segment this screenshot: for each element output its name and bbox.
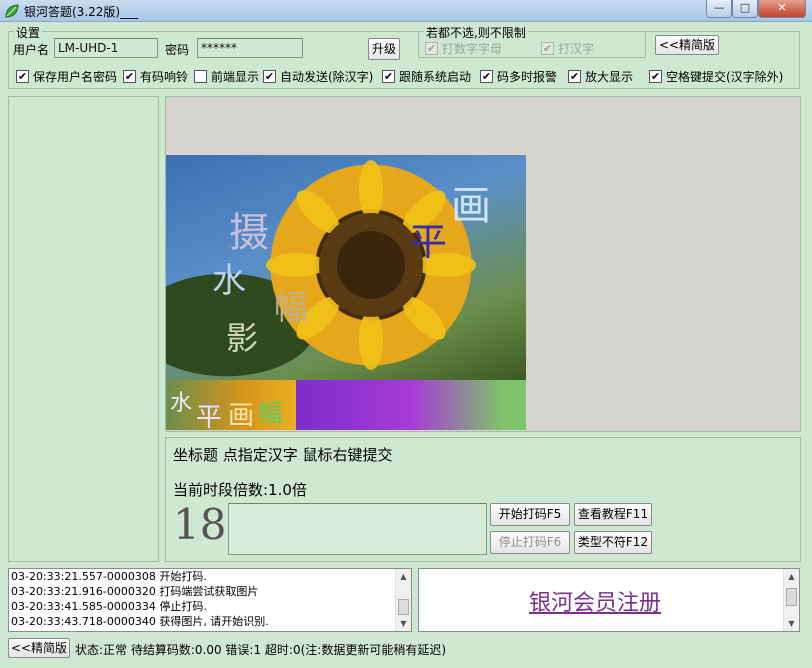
answer-input[interactable] <box>228 503 487 555</box>
option-label: 前端显示 <box>211 70 260 84</box>
scroll-down-icon[interactable]: ▼ <box>784 616 799 631</box>
option-label: 空格键提交(汉字除外) <box>666 70 784 84</box>
check-icon: ✔ <box>568 70 581 83</box>
captcha-glyph: 摄 <box>229 210 269 256</box>
start-button[interactable]: 开始打码F5 <box>490 503 570 526</box>
type-mismatch-button[interactable]: 类型不符F12 <box>574 531 652 554</box>
option-alarm-many-codes[interactable]: ✔ 码多时报警 <box>480 68 557 85</box>
member-register-link[interactable]: 银河会员注册 <box>529 585 661 617</box>
check-icon: ✔ <box>263 70 276 83</box>
check-icon: ✔ <box>16 70 29 83</box>
username-input[interactable]: LM-UHD-1 <box>54 38 158 58</box>
time-multiplier: 当前时段倍数:1.0倍 <box>173 481 307 499</box>
scroll-up-icon[interactable]: ▲ <box>784 569 799 584</box>
option-autostart[interactable]: ✔ 跟随系统启动 <box>382 68 471 85</box>
status-text: 状态:正常 待结算码数:0.00 错误:1 超时:0(注:数据更新可能稍有延迟) <box>75 643 447 657</box>
option-always-on-top[interactable]: 前端显示 <box>194 68 259 85</box>
password-label: 密码 <box>165 43 190 57</box>
filter-digits-check-icon: ✔ <box>425 42 438 55</box>
filter-digits-label: 打数字字母 <box>442 42 503 56</box>
option-space-submit[interactable]: ✔ 空格键提交(汉字除外) <box>649 68 783 85</box>
captcha-glyph: 平 <box>409 220 448 264</box>
title-bar: 银河答题(3.22版)___ — □ ✕ <box>0 0 812 22</box>
check-icon: ✔ <box>123 70 136 83</box>
leaf-icon <box>5 4 19 18</box>
status-compact-button[interactable]: <<精简版 <box>8 638 70 658</box>
captcha-glyph: 幅 <box>274 288 308 328</box>
maximize-button[interactable]: □ <box>732 0 758 18</box>
captcha-glyph: 画 <box>228 401 255 430</box>
ad-scrollbar[interactable]: ▲ ▼ <box>783 569 799 631</box>
scroll-thumb[interactable] <box>398 599 409 615</box>
filter-group-label: 若都不选,则不限制 <box>424 24 528 41</box>
captcha-glyph: 影 <box>226 319 259 357</box>
option-label: 跟随系统启动 <box>399 70 472 84</box>
log-entry: 03-20:33:21.557-0000308 开始打码. <box>11 570 207 583</box>
option-save-credentials[interactable]: ✔ 保存用户名密码 <box>16 68 117 85</box>
option-zoom-display[interactable]: ✔ 放大显示 <box>568 68 633 85</box>
log-list[interactable]: 03-20:33:21.557-0000308 开始打码. 03-20:33:2… <box>8 568 412 632</box>
check-icon: ✔ <box>480 70 493 83</box>
tutorial-button[interactable]: 查看教程F11 <box>574 503 652 526</box>
option-label: 码多时报警 <box>497 70 558 84</box>
window-title: 银河答题(3.22版)___ <box>24 5 139 19</box>
captcha-glyph: 水 <box>170 391 193 416</box>
settings-group-label: 设置 <box>14 24 43 41</box>
username-label: 用户名 <box>13 43 50 57</box>
filter-digits-checkbox[interactable]: ✔ 打数字字母 <box>425 40 502 57</box>
unchecked-box-icon <box>194 70 207 83</box>
stop-button[interactable]: 停止打码F6 <box>490 531 570 554</box>
captcha-image[interactable]: 画 摄 平 水 幅 影 水 平 画 幅 <box>166 155 526 430</box>
log-entry: 03-20:33:21.916-0000320 打码端尝试获取图片 <box>11 585 259 598</box>
captcha-glyph: 水 <box>212 261 246 301</box>
filter-hanzi-checkbox[interactable]: ✔ 打汉字 <box>541 40 594 57</box>
option-label: 保存用户名密码 <box>33 70 118 84</box>
option-auto-send[interactable]: ✔ 自动发送(除汉字) <box>263 68 373 85</box>
close-button[interactable]: ✕ <box>758 0 806 18</box>
upgrade-button[interactable]: 升级 <box>368 38 400 60</box>
compact-mode-button[interactable]: <<精简版 <box>655 35 719 55</box>
captcha-strip-purple <box>296 380 526 430</box>
status-bar: <<精简版 状态:正常 待结算码数:0.00 错误:1 超时:0(注:数据更新可… <box>0 636 812 668</box>
scroll-thumb[interactable] <box>786 588 797 606</box>
option-label: 有码响铃 <box>140 70 189 84</box>
scroll-up-icon[interactable]: ▲ <box>396 569 411 584</box>
log-entry: 03-20:33:43.718-0000340 获得图片, 请开始识别. <box>11 615 269 628</box>
log-scrollbar[interactable]: ▲ ▼ <box>395 569 411 631</box>
task-instruction: 坐标题 点指定汉字 鼠标右键提交 <box>173 446 393 464</box>
captcha-glyph: 幅 <box>258 399 282 427</box>
captcha-glyph: 平 <box>196 403 223 430</box>
log-entry: 03-20:33:41.585-0000334 停止打码. <box>11 600 207 613</box>
option-label: 放大显示 <box>585 70 634 84</box>
member-register-box: 银河会员注册 ▲ ▼ <box>418 568 800 632</box>
password-input[interactable]: ****** <box>197 38 303 58</box>
option-label: 自动发送(除汉字) <box>280 70 374 84</box>
check-icon: ✔ <box>649 70 662 83</box>
minimize-button[interactable]: — <box>706 0 732 18</box>
filter-hanzi-check-icon: ✔ <box>541 42 554 55</box>
filter-hanzi-label: 打汉字 <box>558 42 595 56</box>
option-ring-on-code[interactable]: ✔ 有码响铃 <box>123 68 188 85</box>
scroll-down-icon[interactable]: ▼ <box>396 616 411 631</box>
check-icon: ✔ <box>382 70 395 83</box>
left-panel <box>8 96 159 562</box>
countdown-timer: 18 <box>173 500 227 549</box>
captcha-glyph: 画 <box>451 183 491 229</box>
